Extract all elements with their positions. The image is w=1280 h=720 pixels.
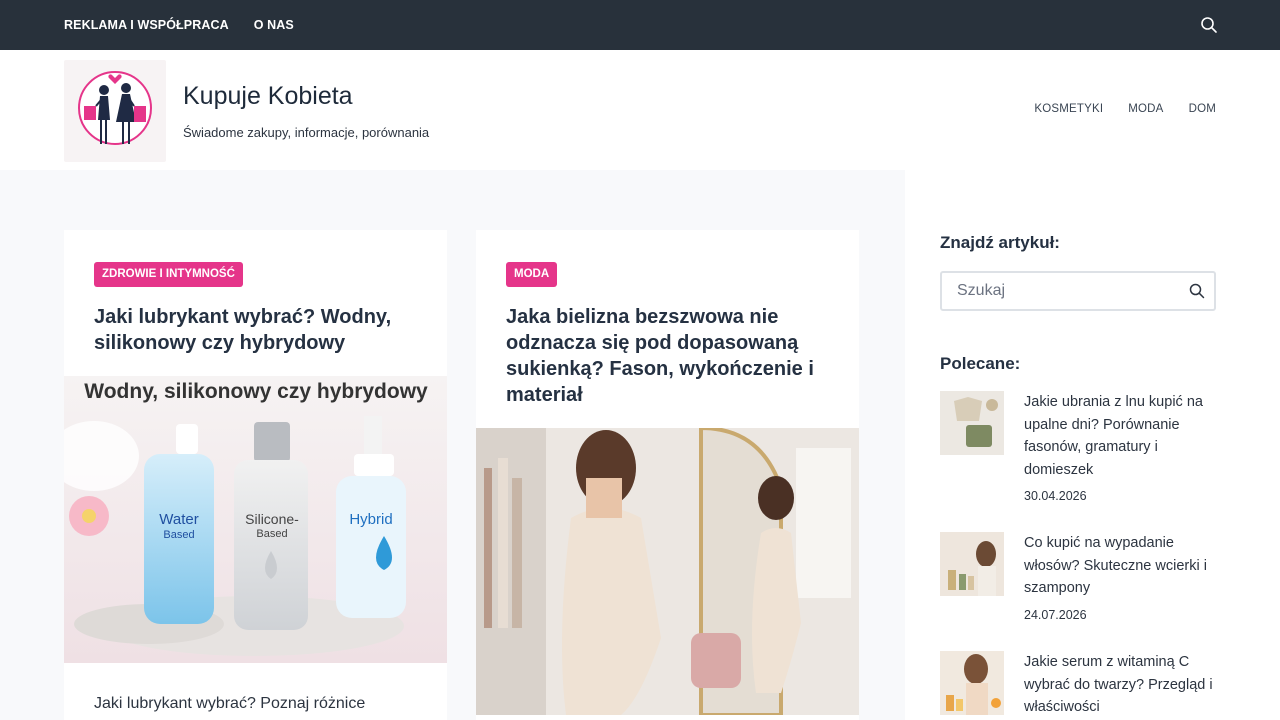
linen-clothes-thumbnail [940,391,1004,455]
category-badge[interactable]: MODA [506,262,558,287]
nav-item-home[interactable]: DOM [1189,103,1216,115]
recommended-title[interactable]: Jakie serum z witaminą C wybrać do twarz… [1024,651,1219,719]
vitamin-c-serum-thumbnail [940,651,1004,715]
bottle-label-hybrid: Hybrid [349,511,392,528]
recommended-title[interactable]: Co kupić na wypadanie włosów? Skuteczne … [1024,532,1219,600]
bottle-label-water: Water [159,511,198,528]
nav-item-fashion[interactable]: MODA [1128,103,1163,115]
post-image-dress[interactable] [476,425,859,717]
main-nav: KOSMETYKI MODA DOM [1034,103,1216,115]
post-excerpt: Jaki lubrykant wybrać? Poznaj różnice [94,695,366,712]
category-badge[interactable]: ZDROWIE I INTYMNOŚĆ [94,262,243,287]
top-nav-advertising[interactable]: REKLAMA I WSPÓŁPRACA [64,18,229,32]
search-icon[interactable] [1189,283,1205,299]
top-bar: REKLAMA I WSPÓŁPRACA O NAS [0,0,1280,50]
recommended-thumbnail[interactable] [940,532,1004,596]
bottle-sub-water: Based [163,529,194,541]
recommended-date: 24.07.2026 [1024,608,1087,622]
bottle-label-silicone: Silicone- [245,511,299,527]
post-card: MODA Jaka bielizna bezszwowa nie odznacz… [476,230,859,720]
recommended-heading: Polecane: [940,354,1021,373]
recommended-thumbnail[interactable] [940,391,1004,455]
site-title[interactable]: Kupuje Kobieta [183,82,353,111]
post-title[interactable]: Jaka bielizna bezszwowa nie odznacza się… [506,304,836,408]
nav-item-cosmetics[interactable]: KOSMETYKI [1034,103,1103,115]
post-card: ZDROWIE I INTYMNOŚĆ Jaki lubrykant wybra… [64,230,447,720]
recommended-date: 30.04.2026 [1024,489,1087,503]
sidebar-search [940,271,1216,311]
bottle-sub-silicone: Based [256,528,287,540]
search-heading: Znajdź artykuł: [940,233,1060,252]
top-nav-about[interactable]: O NAS [254,18,294,32]
site-tagline: Świadome zakupy, informacje, porównania [183,125,430,140]
logo-shoppers-icon [78,71,152,145]
post-image-lubricants[interactable]: Wodny, silikonowy czy hybrydowy Water Ba… [64,376,447,663]
site-logo[interactable] [64,60,166,162]
search-icon[interactable] [1200,16,1218,34]
woman-in-dress-photo [476,425,859,717]
site-header: Kupuje Kobieta Świadome zakupy, informac… [0,50,1280,170]
recommended-thumbnail[interactable] [940,651,1004,715]
lubricant-bottles-illustration: Wodny, silikonowy czy hybrydowy Water Ba… [64,376,447,663]
search-input[interactable] [942,273,1182,309]
post-title[interactable]: Jaki lubrykant wybrać? Wodny, silikonowy… [94,304,424,356]
top-nav: REKLAMA I WSPÓŁPRACA O NAS [64,0,294,50]
recommended-title[interactable]: Jakie ubrania z lnu kupić na upalne dni?… [1024,391,1219,481]
image-heading: Wodny, silikonowy czy hybrydowy [84,380,428,403]
hair-care-thumbnail [940,532,1004,596]
